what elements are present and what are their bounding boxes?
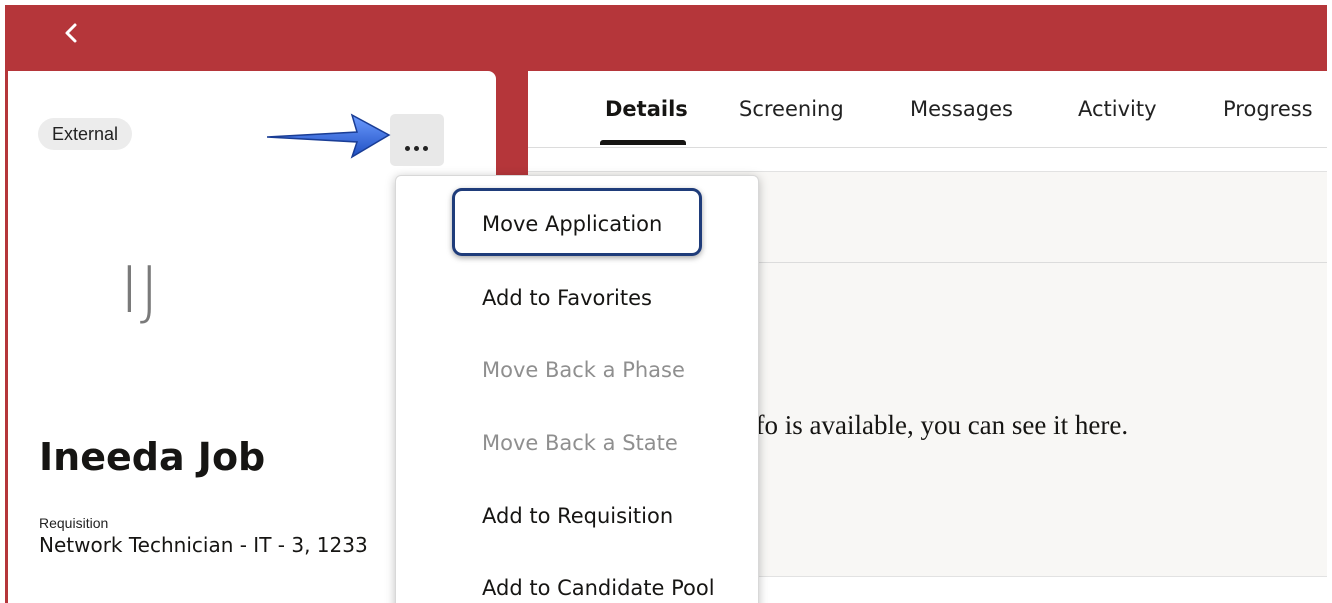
source-badge: External <box>38 118 133 150</box>
tab-activity[interactable]: Activity <box>1078 97 1157 121</box>
ellipsis-icon <box>405 138 432 156</box>
menu-item-add-to-favorites[interactable]: Add to Favorites <box>482 286 652 310</box>
requisition-label: Requisition <box>39 515 109 531</box>
tab-screening[interactable]: Screening <box>739 97 844 121</box>
app-frame: External IJ Ineeda Job Requisition Netwo… <box>5 5 1327 603</box>
active-tab-indicator <box>600 140 686 145</box>
tab-details[interactable]: Details <box>605 97 688 121</box>
menu-item-move-application[interactable]: Move Application <box>482 212 662 236</box>
tab-bar: Details Screening Messages Activity Prog… <box>528 71 1327 148</box>
requisition-value: Network Technician - IT - 3, 1233 <box>39 533 368 557</box>
avatar: IJ <box>120 254 160 328</box>
empty-state-message: nfo is available, you can see it here. <box>742 410 1129 440</box>
arrow-pointer-icon <box>267 113 391 159</box>
candidate-name: Ineeda Job <box>39 435 266 479</box>
menu-item-move-back-phase: Move Back a Phase <box>482 358 685 382</box>
menu-item-move-back-state: Move Back a State <box>482 431 678 455</box>
actions-menu: Move Application Add to Favorites Move B… <box>395 175 759 603</box>
menu-item-add-to-requisition[interactable]: Add to Requisition <box>482 504 673 528</box>
tab-progress[interactable]: Progress <box>1223 97 1313 121</box>
more-actions-button[interactable] <box>390 114 444 166</box>
chevron-left-icon[interactable] <box>61 19 85 47</box>
tab-messages[interactable]: Messages <box>910 97 1013 121</box>
menu-item-add-to-candidate-pool[interactable]: Add to Candidate Pool <box>482 576 715 600</box>
